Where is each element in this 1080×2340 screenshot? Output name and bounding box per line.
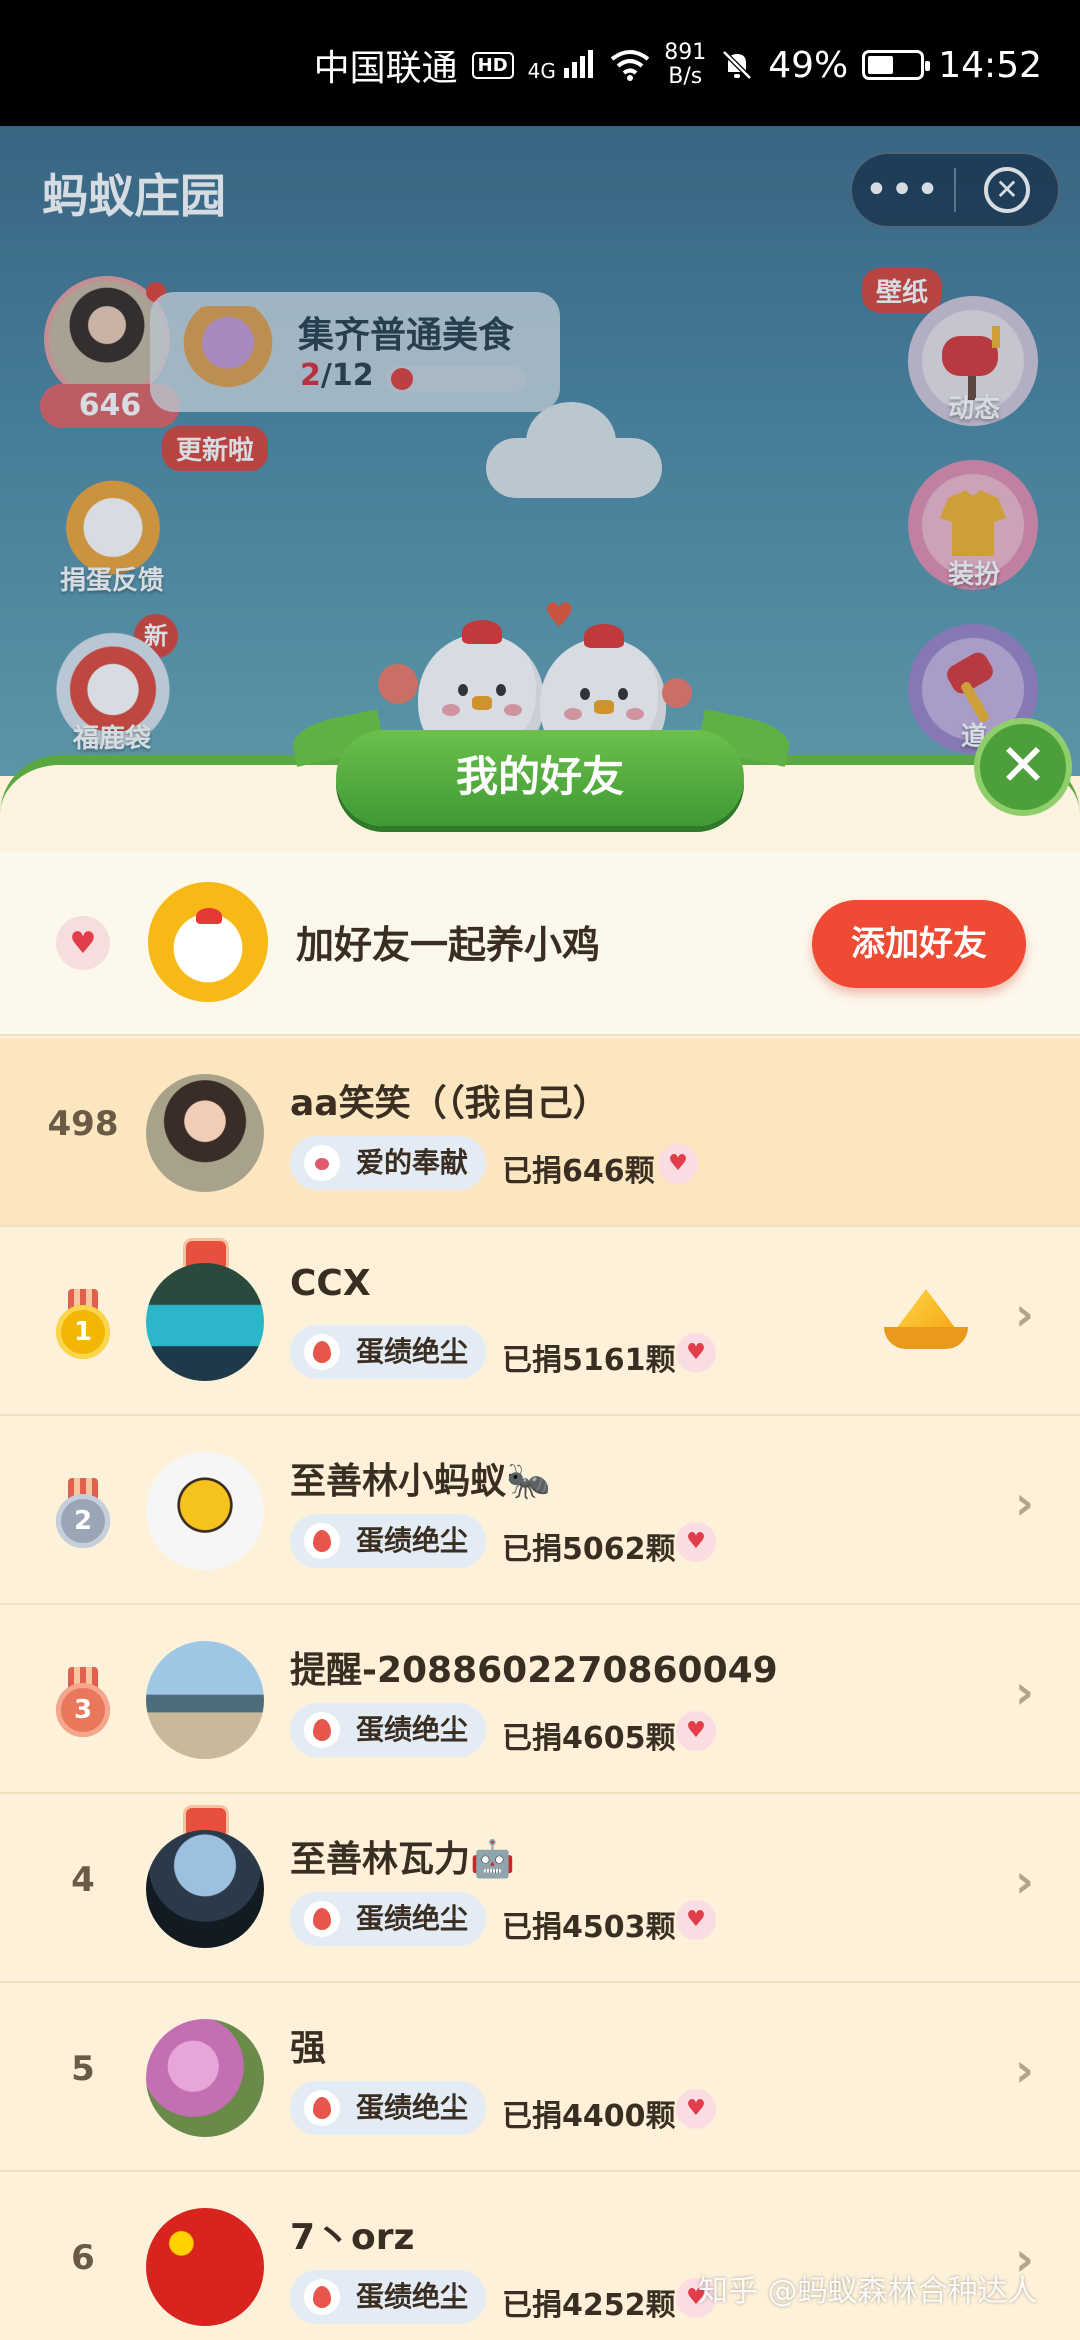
status-bar: 中国联通 HD 4G 891 B/s 49% 14:52 xyxy=(0,0,1080,126)
avatar xyxy=(146,2019,264,2137)
silver-medal-icon: 2 xyxy=(56,1478,110,1548)
tag-label: 蛋绩绝尘 xyxy=(356,2091,469,2124)
panel-title: 我的好友 xyxy=(336,730,744,826)
egg-icon xyxy=(304,2090,340,2126)
signal-icon: 4G xyxy=(528,48,597,83)
hd-icon: HD xyxy=(471,51,514,79)
heart-icon: ♥ xyxy=(676,1900,716,1940)
title-tag: 蛋绩绝尘 xyxy=(290,1514,487,1568)
feed-pile-icon[interactable] xyxy=(884,1289,968,1349)
mute-bell-icon xyxy=(722,50,753,80)
wifi-icon xyxy=(611,50,650,81)
egg-icon xyxy=(304,2279,340,2315)
network-label: 4G xyxy=(527,58,556,83)
network-speed: 891 B/s xyxy=(664,41,706,89)
status-indicators: 中国联通 HD 4G 891 B/s 49% 14:52 xyxy=(314,40,1042,90)
friend-row[interactable]: 1 CCX 蛋绩绝尘 已捐5161颗 ♥ › xyxy=(0,1227,1080,1416)
egg-icon xyxy=(304,1334,340,1370)
love-icon xyxy=(304,1145,340,1181)
donation-count: 已捐4400颗 xyxy=(502,2099,676,2134)
donation-count: 已捐5062颗 xyxy=(502,1532,676,1567)
donation-count: 已捐4252颗 xyxy=(502,2288,676,2323)
avatar xyxy=(146,1830,264,1948)
rank-number: 6 xyxy=(71,2238,95,2278)
friend-name: 至善林小蚂蚁🐜 xyxy=(290,1461,551,1502)
friend-name: 提醒-2088602270860049 xyxy=(290,1650,778,1691)
panel-close-button[interactable]: ✕ xyxy=(974,718,1072,816)
chevron-right-icon[interactable]: › xyxy=(1015,1476,1034,1530)
heart-icon: ♥ xyxy=(658,1144,698,1184)
donation-count: 已捐5161颗 xyxy=(502,1343,676,1378)
add-friend-prompt: 加好友一起养小鸡 xyxy=(296,923,601,967)
battery-fill xyxy=(868,56,893,74)
avatar xyxy=(146,1263,264,1381)
egg-icon xyxy=(304,1901,340,1937)
donation-count: 已捐646颗 xyxy=(502,1154,655,1189)
egg-icon xyxy=(304,1523,340,1559)
tag-label: 蛋绩绝尘 xyxy=(356,1335,469,1368)
add-friend-row: ♥ 加好友一起养小鸡 添加好友 xyxy=(0,852,1080,1036)
tag-label: 蛋绩绝尘 xyxy=(356,1902,469,1935)
friend-row[interactable]: 6 7丶orz 蛋绩绝尘 已捐4252颗 ♥ › xyxy=(0,2172,1080,2340)
chevron-right-icon[interactable]: › xyxy=(1015,1854,1034,1908)
title-tag: 蛋绩绝尘 xyxy=(290,2081,487,2135)
rank-number: 1 xyxy=(56,1305,110,1359)
tag-label: 爱的奉献 xyxy=(356,1146,469,1179)
chevron-right-icon[interactable]: › xyxy=(1015,1287,1034,1341)
gold-medal-icon: 1 xyxy=(56,1289,110,1359)
friend-name: 至善林瓦力🤖 xyxy=(290,1839,515,1880)
chick-avatar xyxy=(148,882,268,1002)
title-tag: 蛋绩绝尘 xyxy=(290,1325,487,1379)
friend-row-self[interactable]: 498 aa笑笑（（我自己） 爱的奉献 已捐646颗 ♥ xyxy=(0,1038,1080,1227)
title-tag: 爱的奉献 xyxy=(290,1136,487,1190)
avatar xyxy=(146,1641,264,1759)
title-tag: 蛋绩绝尘 xyxy=(290,2270,487,2324)
rank-number: 5 xyxy=(71,2049,95,2089)
heart-icon: ♥ xyxy=(676,1711,716,1751)
egg-icon xyxy=(304,1712,340,1748)
tag-label: 蛋绩绝尘 xyxy=(356,1713,469,1746)
friend-row[interactable]: 5 强 蛋绩绝尘 已捐4400颗 ♥ › xyxy=(0,1983,1080,2172)
signal-bars-icon xyxy=(564,49,594,78)
chevron-right-icon[interactable]: › xyxy=(1015,2043,1034,2097)
friend-list: 498 aa笑笑（（我自己） 爱的奉献 已捐646颗 ♥ 1 CCX 蛋绩绝尘 … xyxy=(0,1038,1080,2340)
speed-value: 891 xyxy=(664,40,707,65)
friend-name: 7丶orz xyxy=(290,2217,415,2258)
title-tag: 蛋绩绝尘 xyxy=(290,1703,487,1757)
battery-percent: 49% xyxy=(768,44,849,86)
friend-name: aa笑笑（（我自己） xyxy=(290,1083,609,1124)
friend-name: CCX xyxy=(290,1263,371,1304)
friend-row[interactable]: 3 提醒-2088602270860049 蛋绩绝尘 已捐4605颗 ♥ › xyxy=(0,1605,1080,1794)
add-friend-button[interactable]: 添加好友 xyxy=(812,900,1026,988)
avatar xyxy=(146,1452,264,1570)
title-tag: 蛋绩绝尘 xyxy=(290,1892,487,1946)
tag-label: 蛋绩绝尘 xyxy=(356,1524,469,1557)
avatar xyxy=(146,1074,264,1192)
heart-icon: ♥ xyxy=(56,916,110,970)
heart-icon: ♥ xyxy=(676,2089,716,2129)
battery-icon xyxy=(862,50,931,80)
clock: 14:52 xyxy=(938,44,1042,86)
rank-number: 3 xyxy=(56,1683,110,1737)
carrier-label: 中国联通 xyxy=(313,48,458,89)
friend-name: 强 xyxy=(290,2028,327,2069)
chevron-right-icon[interactable]: › xyxy=(1015,1665,1034,1719)
rank-number: 2 xyxy=(56,1494,110,1548)
heart-icon: ♥ xyxy=(676,1333,716,1373)
game-scene: 蚂蚁庄园 ••• ✕ 646 集齐普通美食 2/12 更新啦 捐蛋反馈 新 福鹿… xyxy=(0,126,1080,776)
rank-number: 498 xyxy=(47,1104,119,1144)
rank-number: 4 xyxy=(71,1860,95,1900)
watermark: 知乎 @蚂蚁森林合种达人 xyxy=(698,2274,1038,2309)
friend-row[interactable]: 2 至善林小蚂蚁🐜 蛋绩绝尘 已捐5062颗 ♥ › xyxy=(0,1416,1080,1605)
avatar xyxy=(146,2208,264,2326)
donation-count: 已捐4503颗 xyxy=(502,1910,676,1945)
speed-unit: B/s xyxy=(668,64,703,89)
tag-label: 蛋绩绝尘 xyxy=(356,2280,469,2313)
bronze-medal-icon: 3 xyxy=(56,1667,110,1737)
heart-icon: ♥ xyxy=(676,1522,716,1562)
dim-overlay xyxy=(0,126,1080,776)
donation-count: 已捐4605颗 xyxy=(502,1721,676,1756)
friend-row[interactable]: 4 至善林瓦力🤖 蛋绩绝尘 已捐4503颗 ♥ › xyxy=(0,1794,1080,1983)
